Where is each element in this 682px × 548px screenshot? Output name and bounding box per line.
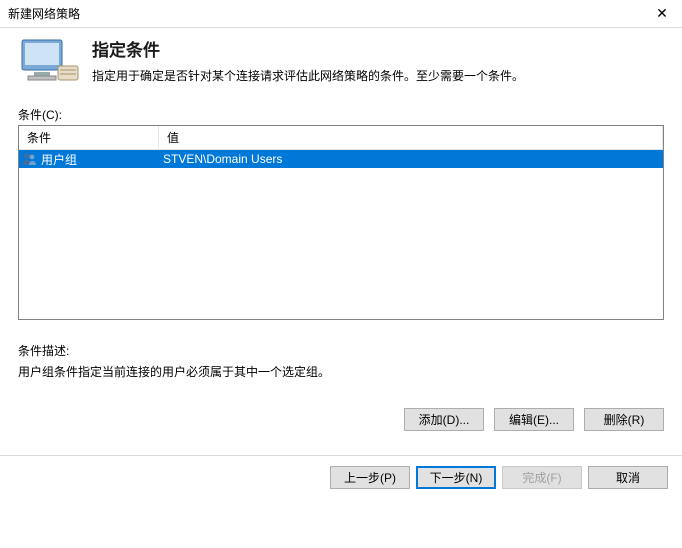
col-header-value[interactable]: 值 — [159, 126, 663, 149]
col-header-condition[interactable]: 条件 — [19, 126, 159, 149]
description-block: 条件描述: 用户组条件指定当前连接的用户必须属于其中一个选定组。 — [18, 342, 664, 380]
list-row[interactable]: 用户组 STVEN\Domain Users — [19, 150, 663, 168]
cell-value: STVEN\Domain Users — [159, 152, 663, 166]
conditions-listbox[interactable]: 条件 值 用户组 STVEN\Domain Users — [18, 125, 664, 320]
window-title: 新建网络策略 — [8, 5, 80, 22]
wizard-header-text: 指定条件 指定用于确定是否针对某个连接请求评估此网络策略的条件。至少需要一个条件… — [92, 36, 524, 84]
titlebar: 新建网络策略 ✕ — [0, 0, 682, 28]
wizard-nav-buttons: 上一步(P) 下一步(N) 完成(F) 取消 — [0, 455, 682, 499]
remove-button[interactable]: 删除(R) — [584, 408, 664, 431]
content-area: 条件(C): 条件 值 用户组 STVEN\Domain Users 条件描述:… — [0, 88, 682, 380]
list-header: 条件 值 — [19, 126, 663, 150]
prev-button[interactable]: 上一步(P) — [330, 466, 410, 489]
description-text: 用户组条件指定当前连接的用户必须属于其中一个选定组。 — [18, 363, 664, 380]
finish-button: 完成(F) — [502, 466, 582, 489]
condition-buttons: 添加(D)... 编辑(E)... 删除(R) — [0, 380, 682, 431]
user-group-icon — [21, 151, 37, 167]
wizard-icon — [18, 36, 80, 86]
close-button[interactable]: ✕ — [642, 0, 682, 28]
add-button[interactable]: 添加(D)... — [404, 408, 484, 431]
close-icon: ✕ — [656, 5, 668, 22]
edit-button[interactable]: 编辑(E)... — [494, 408, 574, 431]
cell-condition: 用户组 — [41, 151, 159, 168]
cancel-button[interactable]: 取消 — [588, 466, 668, 489]
description-label: 条件描述: — [18, 342, 664, 359]
wizard-header: 指定条件 指定用于确定是否针对某个连接请求评估此网络策略的条件。至少需要一个条件… — [0, 28, 682, 88]
next-button[interactable]: 下一步(N) — [416, 466, 496, 489]
conditions-label: 条件(C): — [18, 106, 664, 123]
page-subtitle: 指定用于确定是否针对某个连接请求评估此网络策略的条件。至少需要一个条件。 — [92, 67, 524, 84]
page-title: 指定条件 — [92, 36, 524, 61]
